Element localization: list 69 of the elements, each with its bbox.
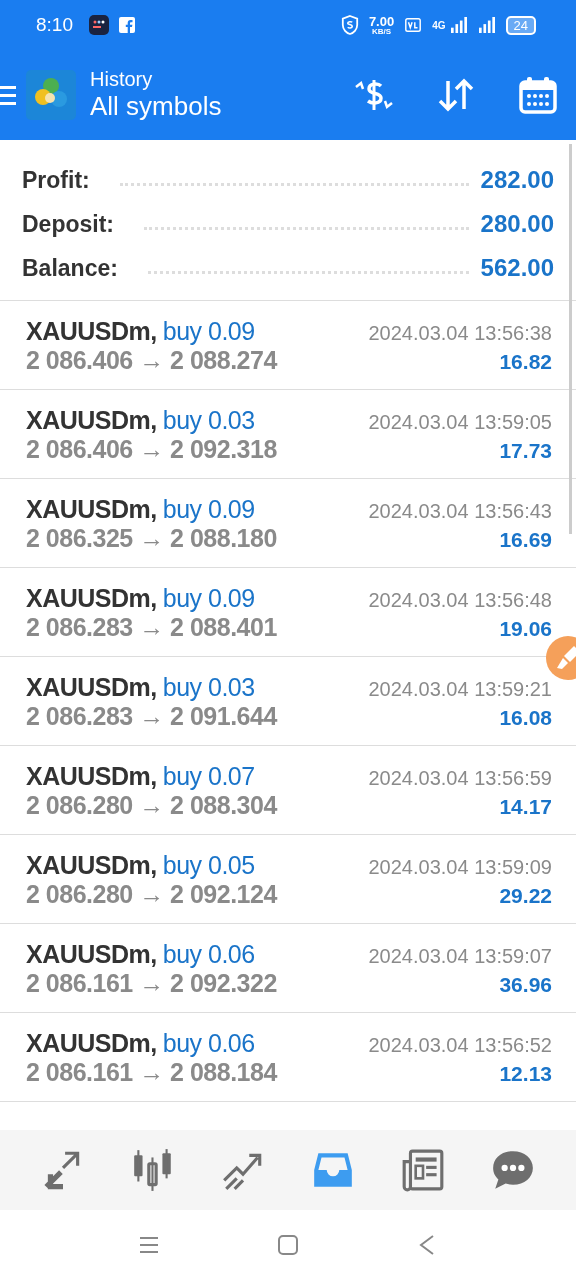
deal-symbol: XAUUSDm, [26,406,157,435]
shield-icon [340,15,359,35]
deal-profit: 14.17 [499,795,552,819]
summary-value: 280.00 [480,210,554,238]
deal-symbol: XAUUSDm, [26,940,157,969]
deal-time: 2024.03.04 13:56:48 [368,589,552,612]
signal-icon [477,17,496,33]
deal-type: buy 0.06 [162,1029,255,1058]
app-notification-icon [89,15,109,35]
deal-symbol: XAUUSDm, [26,851,157,880]
deal-prices: 2 086.161 → 2 092.322 [26,969,277,998]
deal-prices: 2 086.406 → 2 092.318 [26,435,277,464]
app-logo [26,70,76,120]
deal-time: 2024.03.04 13:59:07 [368,945,552,968]
deal-type: buy 0.09 [162,495,255,524]
deal-time: 2024.03.04 13:56:59 [368,767,552,790]
news-tab-icon[interactable] [400,1147,446,1193]
speed-unit: KB/S [371,27,392,36]
deal-time: 2024.03.04 13:59:09 [368,856,552,879]
menu-icon[interactable] [0,84,16,106]
deal-profit: 19.06 [499,617,552,641]
deal-profit: 29.22 [499,884,552,908]
deal-type: buy 0.07 [162,762,255,791]
deal-profit: 16.08 [499,706,552,730]
symbol-filter[interactable]: All symbols [90,91,354,122]
deal-symbol: XAUUSDm, [26,762,157,791]
deal-symbol: XAUUSDm, [26,495,157,524]
deal-prices: 2 086.325 → 2 088.180 [26,524,277,553]
deal-type: buy 0.05 [162,851,255,880]
deal-prices: 2 086.161 → 2 088.184 [26,1058,277,1087]
facebook-icon [119,17,135,33]
volte-icon [404,16,423,34]
network-speed: 7.00 [368,14,395,28]
deal-type: buy 0.06 [162,940,255,969]
deal-symbol: XAUUSDm, [26,584,157,613]
deal-profit: 36.96 [499,973,552,997]
summary-value: 562.00 [480,254,554,282]
deal-type: buy 0.09 [162,584,255,613]
deal-profit: 16.82 [499,350,552,374]
deal-prices: 2 086.283 → 2 088.401 [26,613,277,642]
deal-symbol: XAUUSDm, [26,1029,157,1058]
home-icon[interactable] [276,1233,300,1257]
battery-indicator: 24 [505,15,536,35]
deal-symbol: XAUUSDm, [26,673,157,702]
summary-label: Balance: [22,254,118,282]
deal-prices: 2 086.406 → 2 088.274 [26,346,277,375]
deal-type: buy 0.03 [162,406,255,435]
deal-time: 2024.03.04 13:59:21 [368,678,552,701]
deal-symbol: XAUUSDm, [26,317,157,346]
summary-label: Profit: [22,166,90,194]
deal-profit: 16.69 [499,528,552,552]
deal-prices: 2 086.280 → 2 092.124 [26,880,277,909]
deal-type: buy 0.09 [162,317,255,346]
deal-profit: 12.13 [499,1062,552,1086]
deal-time: 2024.03.04 13:59:05 [368,411,552,434]
status-time: 8:10 [36,14,73,36]
network-type: 4G [432,19,446,31]
deal-profit: 17.73 [499,439,552,463]
deal-prices: 2 086.283 → 2 091.644 [26,702,277,731]
deal-type: buy 0.03 [162,673,255,702]
summary-value: 282.00 [480,166,554,194]
screen-title: History [90,68,154,91]
deal-prices: 2 086.280 → 2 088.304 [26,791,277,820]
deal-time: 2024.03.04 13:56:38 [368,322,552,345]
signal-icon [449,17,468,33]
summary-label: Deposit: [22,210,114,238]
deal-time: 2024.03.04 13:56:43 [368,500,552,523]
deal-time: 2024.03.04 13:56:52 [368,1034,552,1057]
calendar-icon[interactable] [518,75,558,115]
